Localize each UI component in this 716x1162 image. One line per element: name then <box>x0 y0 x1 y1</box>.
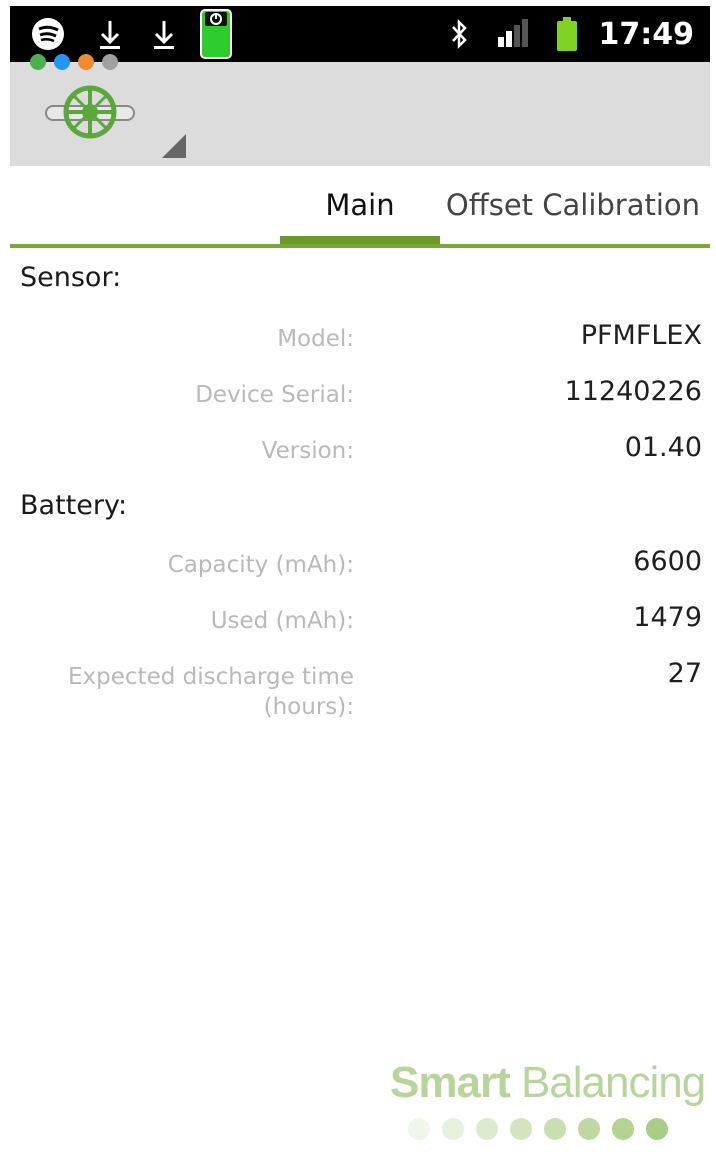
tab-main-label: Main <box>325 188 395 222</box>
action-bar <box>10 54 710 167</box>
model-value: PFMFLEX <box>580 320 702 351</box>
download-icon <box>146 6 182 62</box>
battery-section-title: Battery: <box>20 490 128 521</box>
brand-dot <box>476 1118 498 1140</box>
brand-dot <box>408 1118 430 1140</box>
brand-dot <box>578 1118 600 1140</box>
version-value: 01.40 <box>624 432 702 463</box>
used-value: 1479 <box>633 602 702 633</box>
bluetooth-icon <box>444 6 474 62</box>
device-serial-value: 11240226 <box>564 376 702 407</box>
brand-dot <box>544 1118 566 1140</box>
valve-logo-icon[interactable] <box>44 84 136 140</box>
status-time: 17:49 <box>598 17 695 52</box>
smart-balancing-logo: Smart Balancing <box>390 1058 706 1108</box>
app-screen: 17:49 Main Offset Calibration Sensor: Mo… <box>10 6 710 1162</box>
tab-divider <box>10 244 710 248</box>
tab-selected-indicator <box>280 236 440 244</box>
brand-light: Balancing <box>520 1058 706 1107</box>
discharge-time-value: 27 <box>667 658 702 689</box>
brand-bold: Smart <box>390 1058 511 1107</box>
tab-offset-calibration[interactable]: Offset Calibration <box>438 166 708 244</box>
tab-bar: Main Offset Calibration <box>10 166 710 248</box>
dot-grey <box>102 54 118 70</box>
brand-dot <box>510 1118 532 1140</box>
signal-icon <box>494 6 534 62</box>
status-bar: 17:49 <box>10 6 710 62</box>
model-label: Model: <box>277 326 354 352</box>
spinner-triangle-icon[interactable] <box>158 134 186 158</box>
brand-dot <box>646 1118 668 1140</box>
capacity-value: 6600 <box>633 546 702 577</box>
brand-dots <box>408 1118 678 1142</box>
tab-main[interactable]: Main <box>280 166 440 244</box>
sensor-section-title: Sensor: <box>20 262 122 293</box>
discharge-time-label: Expected discharge time (hours): <box>68 664 354 720</box>
battery-icon <box>552 6 582 62</box>
dot-blue <box>54 54 70 70</box>
brand-dot <box>612 1118 634 1140</box>
device-serial-label: Device Serial: <box>195 382 354 408</box>
brand-dot <box>442 1118 464 1140</box>
device-battery-icon <box>196 6 236 62</box>
used-label: Used (mAh): <box>210 608 354 634</box>
version-label: Version: <box>261 438 354 464</box>
capacity-label: Capacity (mAh): <box>167 552 354 578</box>
dot-green <box>30 54 46 70</box>
dot-orange <box>78 54 94 70</box>
tab-offset-calibration-label: Offset Calibration <box>445 188 701 222</box>
